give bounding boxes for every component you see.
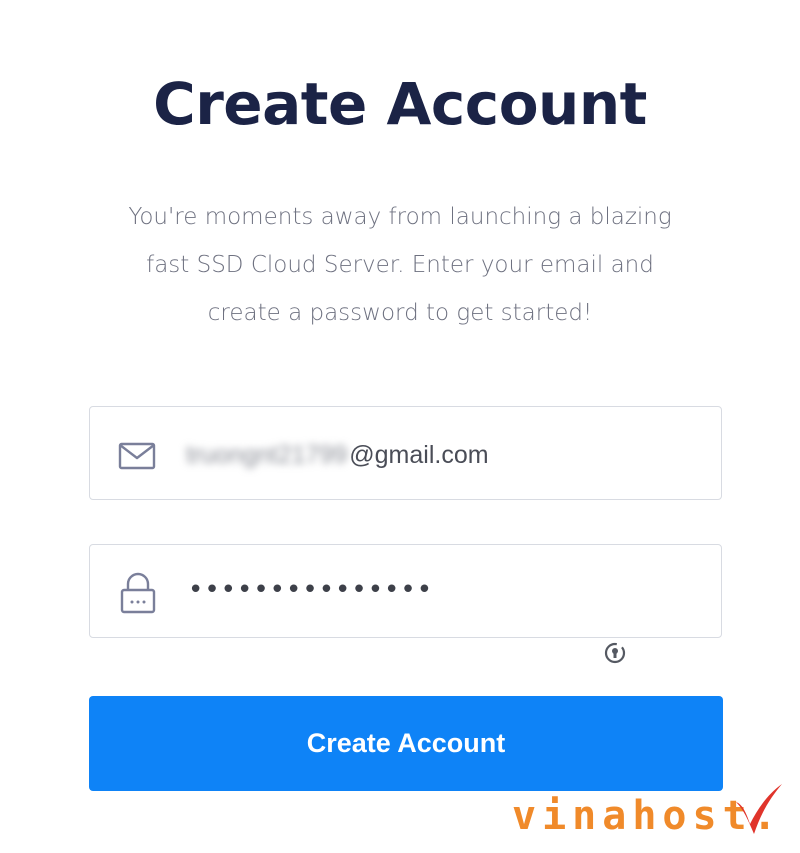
vinahost-watermark: vinahost.: [512, 778, 782, 842]
password-input[interactable]: •••••••••••••••: [188, 545, 433, 637]
envelope-icon: [118, 442, 156, 470]
subtitle-line: create a password to get started!: [207, 300, 593, 326]
password-field[interactable]: •••••••••••••••: [89, 544, 722, 638]
subtitle-line: fast SSD Cloud Server. Enter your email …: [146, 252, 654, 278]
email-local-part: truongnt21799: [186, 441, 348, 469]
create-account-button[interactable]: Create Account: [89, 696, 723, 791]
email-input[interactable]: truongnt21799@gmail.com: [186, 407, 489, 499]
key-manager-icon[interactable]: [604, 642, 626, 664]
subtitle-line: You're moments away from launching a bla…: [128, 204, 672, 230]
lock-icon: [120, 572, 156, 614]
email-domain: @gmail.com: [349, 441, 489, 469]
page-title: Create Account: [153, 70, 647, 138]
subtitle: You're moments away from launching a bla…: [90, 193, 710, 337]
check-mark-icon: [736, 784, 782, 834]
email-field[interactable]: truongnt21799@gmail.com: [89, 406, 722, 500]
